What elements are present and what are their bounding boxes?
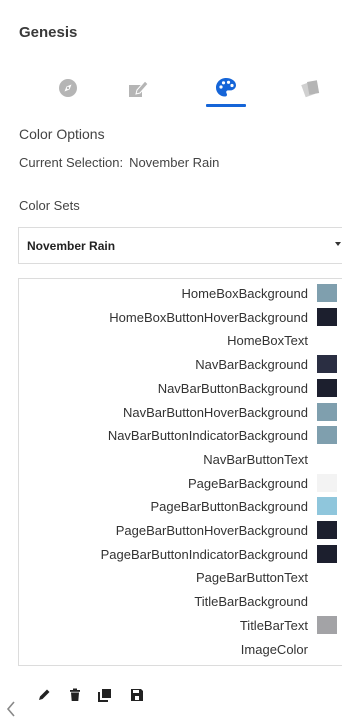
list-item[interactable]: PageBarButtonBackground (19, 494, 342, 518)
entry-name: PageBarBackground (188, 475, 308, 491)
color-swatch[interactable] (317, 284, 337, 302)
caret-down-icon (335, 242, 341, 246)
bottom-toolbar (0, 682, 342, 723)
color-swatch[interactable] (317, 402, 337, 421)
collapse-button[interactable] (4, 698, 20, 722)
list-item[interactable]: NavBarButtonHoverBackground (19, 400, 342, 424)
color-swatch[interactable] (317, 426, 337, 445)
tab-bar (0, 70, 342, 110)
color-set-select[interactable]: November Rain (18, 227, 342, 264)
duplicate-button[interactable] (94, 686, 116, 708)
trash-icon (67, 687, 83, 708)
color-swatch[interactable] (317, 521, 337, 539)
list-item[interactable]: HomeBoxBackground (19, 281, 342, 305)
entry-name: PageBarButtonHoverBackground (115, 523, 308, 538)
palette-icon (214, 76, 238, 100)
delete-button[interactable] (64, 686, 86, 708)
color-swatch[interactable] (317, 497, 337, 516)
current-selection: Current Selection: November Rain (19, 155, 219, 170)
list-item[interactable]: NavBarBackground (19, 352, 342, 376)
entry-name: NavBarButtonText (203, 451, 308, 467)
entry-name: HomeBoxButtonHoverBackground (109, 309, 308, 325)
chevron-left-icon (4, 701, 18, 723)
list-item[interactable]: NavBarButtonText (19, 447, 342, 471)
entry-name: HomeBoxText (227, 333, 308, 349)
list-item[interactable]: TitleBarText (19, 613, 342, 637)
entry-name: TitleBarText (239, 617, 308, 633)
tab-edit-document[interactable] (113, 70, 163, 106)
list-item[interactable]: TitleBarBackground (19, 589, 342, 613)
tab-palette[interactable] (201, 70, 251, 107)
save-icon (129, 687, 145, 708)
color-entry-list[interactable]: HomeBoxBackground HomeBoxButtonHoverBackg… (18, 278, 342, 666)
list-item[interactable]: PageBarButtonHoverBackground (19, 518, 342, 542)
current-selection-value: November Rain (129, 155, 220, 170)
current-selection-label: Current Selection: (19, 155, 124, 170)
list-item[interactable]: HomeBoxText (19, 328, 342, 352)
list-item[interactable]: NavBarButtonIndicatorBackground (19, 423, 342, 447)
list-item[interactable]: PageBarBackground (19, 471, 342, 495)
copy-icon (97, 687, 113, 708)
entry-name: PageBarButtonIndicatorBackground (100, 546, 308, 562)
list-item[interactable]: HomeBoxButtonHoverBackground (19, 305, 342, 329)
entry-name: NavBarButtonIndicatorBackground (107, 428, 308, 444)
color-sets-heading: Color Sets (19, 198, 80, 213)
tab-cards[interactable] (286, 70, 336, 106)
list-item[interactable]: PageBarButtonText (19, 565, 342, 589)
list-item[interactable]: ImageColor (19, 637, 342, 661)
entry-name: PageBarButtonText (195, 570, 308, 586)
entry-name: ImageColor (240, 641, 308, 657)
color-set-selected-value: November Rain (27, 239, 116, 253)
genesis-panel: Genesis Color Options Current Selection:… (0, 0, 342, 723)
entry-name: TitleBarBackground (194, 594, 308, 610)
color-swatch[interactable] (317, 355, 337, 374)
color-swatch[interactable] (317, 378, 337, 397)
color-swatch[interactable] (317, 307, 337, 326)
entry-name: PageBarButtonBackground (150, 499, 308, 515)
edit-document-icon (126, 77, 150, 99)
color-swatch[interactable] (317, 544, 337, 563)
pencil-icon (36, 687, 52, 708)
entry-name: NavBarBackground (195, 357, 308, 373)
compass-icon (57, 77, 79, 99)
entry-name: NavBarButtonBackground (157, 380, 308, 396)
page-title: Genesis (19, 24, 78, 41)
entry-name: HomeBoxBackground (181, 286, 308, 301)
color-options-heading: Color Options (19, 126, 105, 142)
entry-name: NavBarButtonHoverBackground (123, 404, 308, 420)
cards-icon (300, 77, 322, 99)
edit-button[interactable] (33, 686, 55, 708)
list-item[interactable]: NavBarButtonBackground (19, 376, 342, 400)
list-item[interactable]: PageBarButtonIndicatorBackground (19, 542, 342, 566)
save-button[interactable] (126, 686, 148, 708)
active-tab-indicator (206, 104, 246, 107)
color-swatch[interactable] (317, 473, 337, 492)
tab-compass[interactable] (43, 70, 93, 106)
color-swatch[interactable] (317, 615, 337, 634)
